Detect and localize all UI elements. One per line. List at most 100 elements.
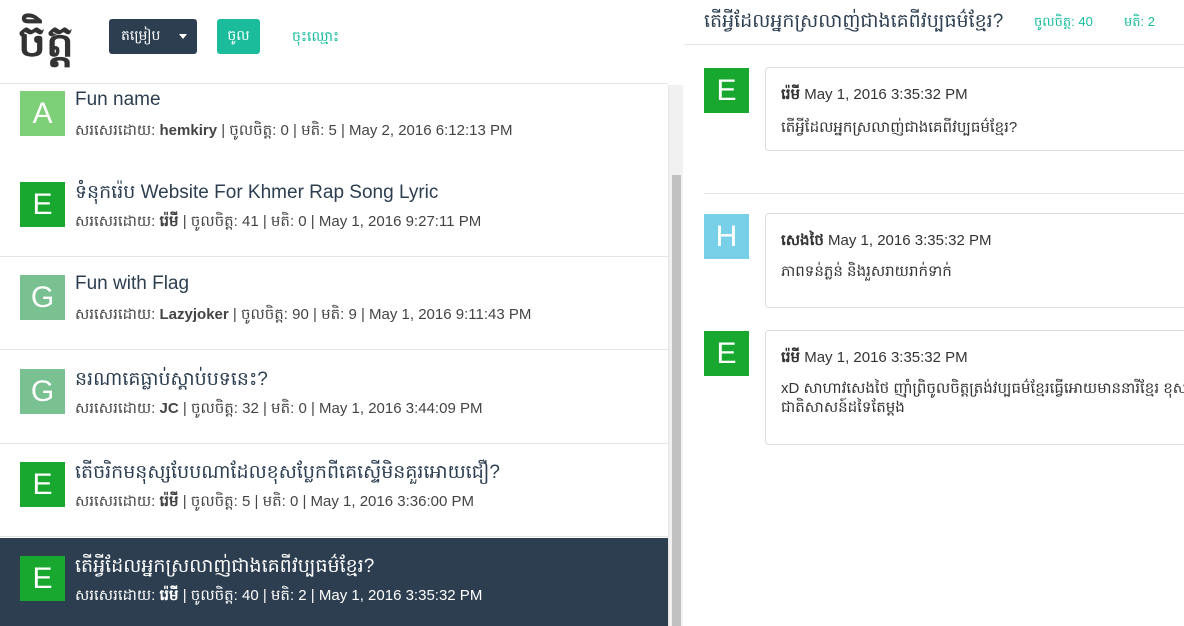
likes-label: ចូលចិត្ត: [190,400,238,417]
meta-separator: | [306,587,319,604]
post-title[interactable]: ទំនុករ៉េប Website For Khmer Rap Song Lyr… [75,180,438,208]
commenter-name: សេងថៃ [781,232,824,249]
comment-text: xD សាហាវសេងថៃ ញ៉ាំព្រិចូលចិត្តត្រង់វប្បធ… [781,380,1184,416]
likes-count: 32 [242,400,259,417]
post-meta: សរសេរដោយ: JC | ចូលចិត្ត: 32 | មតិ: 0 | M… [75,399,482,421]
post-list-item[interactable]: E ទំនុករ៉េប Website For Khmer Rap Song Ly… [0,164,668,257]
author-name: រ៉េមី [159,587,179,604]
post-title[interactable]: Fun name [75,89,161,111]
post-list-scrollbar[interactable] [668,85,683,626]
caret-down-icon [179,34,187,39]
meta-separator: | [258,213,271,230]
likes-label: ចូលចិត្ត: [190,213,238,230]
post-meta: សរសេរដោយ: Lazyjoker | ចូលចិត្ត: 90 | មតិ… [75,305,531,327]
sort-label: តម្រៀប [121,27,161,43]
post-meta: សរសេរដោយ: រ៉េមី | ចូលចិត្ត: 41 | មតិ: 0 … [75,212,481,234]
post-title[interactable]: តើចរិកមនុស្សបែបណាដែលខុសប្លែកពីគេស្ទើមិនគ… [75,460,500,488]
post-title[interactable]: Fun with Flag [75,273,189,295]
comment-date: May 1, 2016 3:35:32 PM [804,86,968,103]
meta-separator: | [178,493,191,510]
post-detail-title: តើអ្វីដែលអ្នកស្រលាញ់ជាងគេពីវប្បធម៌ខ្មែរ? [704,11,1004,32]
meta-separator: | [336,122,350,139]
author-avatar: A [20,91,65,136]
comment-box: រ៉េមី May 1, 2016 3:35:32 PM តើអ្វីដែលអ្ន… [765,67,1184,151]
post-title[interactable]: តើអ្វីដែលអ្នកស្រលាញ់ជាងគេពីវប្បធម៌ខ្មែរ? [75,554,374,582]
post-date: May 1, 2016 9:11:43 PM [369,306,532,323]
likes-count: 41 [241,213,259,230]
post-list-item[interactable]: G នរណាគេធ្លាប់ស្តាប់បទនេះ? សរសេរដោយ: JC | … [0,351,668,444]
comment: E រ៉េមី May 1, 2016 3:35:32 PM តើអ្វីដែលអ្… [684,67,1184,151]
post-list-pane: ចិត្ត តម្រៀប ចូល ចុះឈ្មោះ A Fun name សរសេរ… [0,0,668,626]
post-detail-views: មតិ: 2 [1124,14,1155,29]
likes-label: ចូលចិត្ត: [229,122,277,139]
likes-label: ចូលចិត្ត: [190,493,238,510]
commenter-name: រ៉េមី [781,86,801,103]
post-list-item[interactable]: G Fun with Flag សរសេរដោយ: Lazyjoker | ចូលច… [0,257,668,350]
meta-separator: | [306,400,320,417]
meta-separator: | [178,213,191,230]
meta-separator: | [178,587,191,604]
post-detail-header: តើអ្វីដែលអ្នកស្រលាញ់ជាងគេពីវប្បធម៌ខ្មែរ?… [684,0,1184,45]
views-label: មតិ: [270,587,295,604]
post-date: May 1, 2016 3:36:00 PM [310,493,474,510]
scrollbar-thumb[interactable] [672,175,681,626]
meta-separator: | [258,587,271,604]
commenter-avatar: E [704,331,749,376]
post-date: May 2, 2016 6:12:13 PM [349,122,513,139]
comment-text: តើអ្វីដែលអ្នកស្រលាញ់ជាងគេពីវប្បធម៌ខ្មែរ? [781,119,1018,136]
meta-separator: | [258,400,272,417]
comment-header: រ៉េមី May 1, 2016 3:35:32 PM [781,85,968,107]
author-label: សរសេរដោយ: [75,213,156,230]
meta-separator: | [250,493,263,510]
comment-box: រ៉េមី May 1, 2016 3:35:32 PM xD សាហាវសេងថ… [765,330,1184,445]
likes-count: 0 [280,122,289,139]
post-list-item[interactable]: A Fun name សរសេរដោយ: hemkiry | ចូលចិត្ត: 0… [0,85,668,166]
login-button[interactable]: ចូល [217,19,260,54]
author-avatar: E [20,182,65,227]
meta-separator: | [217,122,230,139]
post-list-item[interactable]: E តើចរិកមនុស្សបែបណាដែលខុសប្លែកពីគេស្ទើមិន… [0,444,668,537]
post-date: May 1, 2016 9:27:11 PM [318,213,482,230]
comment-box: សេងថៃ May 1, 2016 3:35:32 PM ភាពទន់ភ្លន់ … [765,213,1184,308]
post-detail-likes: ចូលចិត្ត: 40 [1034,14,1093,29]
views-count: 0 [298,400,307,417]
post-date: May 1, 2016 3:35:32 PM [318,587,483,604]
meta-separator: | [288,122,302,139]
comment-header: សេងថៃ May 1, 2016 3:35:32 PM [781,231,991,253]
views-label: មតិ: [262,493,286,510]
register-link[interactable]: ចុះឈ្មោះ [292,27,339,48]
post-list-item[interactable]: E តើអ្វីដែលអ្នកស្រលាញ់ជាងគេពីវប្បធម៌ខ្មែរ… [0,538,668,626]
comment: E រ៉េមី May 1, 2016 3:35:32 PM xD សាហាវសេង… [684,330,1184,445]
likes-count: 40 [241,587,259,604]
comment-text: ភាពទន់ភ្លន់ និងរួសរាយរាក់ទាក់ [781,263,952,280]
meta-separator: | [308,306,322,323]
views-label: មតិ: [270,213,295,230]
views-label: មតិ: [321,306,345,323]
meta-separator: | [298,493,311,510]
views-count: 2 [298,587,307,604]
views-label: មតិ: [271,400,295,417]
author-label: សរសេរដោយ: [75,587,156,604]
post-list: A Fun name សរសេរដោយ: hemkiry | ចូលចិត្ត: 0… [0,85,668,626]
post-meta: សរសេរដោយ: hemkiry | ចូលចិត្ត: 0 | មតិ: 5… [75,121,512,143]
meta-separator: | [178,400,191,417]
author-name: hemkiry [159,122,218,139]
author-label: សរសេរដោយ: [75,306,156,323]
post-title[interactable]: នរណាគេធ្លាប់ស្តាប់បទនេះ? [75,367,268,395]
site-logo[interactable]: ចិត្ត [18,8,74,76]
author-name: Lazyjoker [159,306,229,323]
commenter-avatar: H [704,214,749,259]
post-date: May 1, 2016 3:44:09 PM [319,400,483,417]
likes-count: 90 [292,306,309,323]
author-name: រ៉េមី [159,213,179,230]
post-meta: សរសេរដោយ: រ៉េមី | ចូលចិត្ត: 40 | មតិ: 2 … [75,586,482,608]
sort-dropdown-button[interactable]: តម្រៀប [109,19,197,54]
author-avatar: E [20,556,65,601]
comment: H សេងថៃ May 1, 2016 3:35:32 PM ភាពទន់ភ្លន់… [684,213,1184,308]
likes-label: ចូលចិត្ត: [240,306,288,323]
views-label: មតិ: [301,122,325,139]
likes-label: ចូលចិត្ត: [190,587,238,604]
comment-header: រ៉េមី May 1, 2016 3:35:32 PM [781,348,968,370]
views-count: 9 [348,306,357,323]
views-count: 5 [328,122,337,139]
